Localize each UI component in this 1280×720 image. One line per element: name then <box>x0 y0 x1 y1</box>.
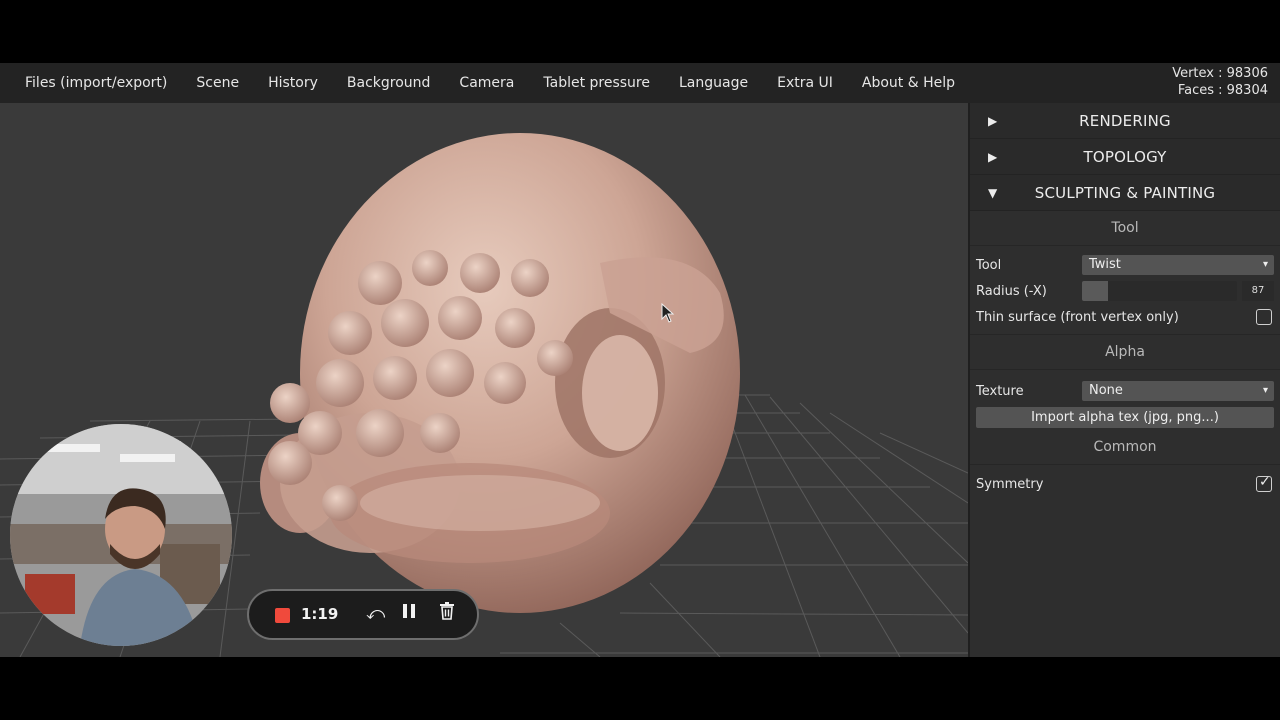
radius-slider[interactable] <box>1082 281 1237 301</box>
thin-surface-checkbox[interactable] <box>1256 309 1272 325</box>
webcam-image <box>10 424 232 646</box>
thin-surface-row: Thin surface (front vertex only) <box>970 304 1280 330</box>
radius-slider-fill <box>1082 281 1109 301</box>
menu-bar: Files (import/export) Scene History Back… <box>0 63 1280 103</box>
folder-rendering[interactable]: ▶ RENDERING <box>970 103 1280 139</box>
radius-label: Radius (-X) <box>976 283 1047 299</box>
menu-files[interactable]: Files (import/export) <box>0 63 182 103</box>
expanded-arrow-icon: ▼ <box>988 185 998 200</box>
menu-extra-ui[interactable]: Extra UI <box>763 63 848 103</box>
collapsed-arrow-icon: ▶ <box>988 113 998 128</box>
section-common: Common <box>970 430 1280 465</box>
sculpted-head-mesh <box>260 133 740 613</box>
menu-scene[interactable]: Scene <box>182 63 254 103</box>
texture-select[interactable]: None ▾ <box>1082 381 1274 401</box>
checkmark-icon: ✓ <box>1259 474 1271 490</box>
chevron-down-icon: ▾ <box>1262 385 1268 396</box>
menu-history[interactable]: History <box>254 63 333 103</box>
folder-title: SCULPTING & PAINTING <box>1034 183 1216 202</box>
tool-label: Tool <box>976 257 1002 273</box>
menu-background[interactable]: Background <box>332 63 445 103</box>
vertex-count: Vertex : 98306 <box>1172 66 1268 81</box>
tool-select[interactable]: Twist ▾ <box>1082 255 1274 275</box>
texture-select-value: None <box>1089 383 1123 398</box>
folder-title: RENDERING <box>1079 111 1171 130</box>
radius-value[interactable]: 87 <box>1242 281 1274 301</box>
thin-surface-label: Thin surface (front vertex only) <box>976 309 1179 325</box>
folder-title: TOPOLOGY <box>1083 147 1167 166</box>
symmetry-label: Symmetry <box>976 476 1044 492</box>
texture-row: Texture None ▾ <box>970 378 1280 404</box>
folder-sculpting-painting[interactable]: ▼ SCULPTING & PAINTING <box>970 175 1280 211</box>
tool-select-value: Twist <box>1089 257 1121 272</box>
menu-tablet-pressure[interactable]: Tablet pressure <box>529 63 665 103</box>
section-alpha: Alpha <box>970 334 1280 370</box>
folder-topology[interactable]: ▶ TOPOLOGY <box>970 139 1280 175</box>
webcam-overlay <box>10 424 232 646</box>
symmetry-row: Symmetry ✓ <box>970 471 1280 497</box>
texture-label: Texture <box>976 383 1024 399</box>
tool-row: Tool Twist ▾ <box>970 252 1280 278</box>
symmetry-checkbox[interactable]: ✓ <box>1256 474 1272 492</box>
recording-timer: 1:19 <box>301 605 339 623</box>
mesh-stats: Vertex : 98306 Faces : 98304 <box>1172 65 1268 99</box>
undo-icon[interactable]: ⤺ <box>366 602 385 626</box>
menu-about-help[interactable]: About & Help <box>847 63 969 103</box>
import-alpha-row: Import alpha tex (jpg, png...) <box>970 404 1280 430</box>
gui-side-panel: ▶ RENDERING ▶ TOPOLOGY ▼ SCULPTING & PAI… <box>968 103 1280 657</box>
face-count: Faces : 98304 <box>1177 83 1268 98</box>
collapsed-arrow-icon: ▶ <box>988 149 998 164</box>
stop-recording-button[interactable] <box>275 608 290 623</box>
import-alpha-button[interactable]: Import alpha tex (jpg, png...) <box>976 406 1274 428</box>
pause-icon[interactable] <box>402 602 416 626</box>
trash-icon[interactable] <box>439 602 455 627</box>
section-tool: Tool <box>970 211 1280 246</box>
menu-language[interactable]: Language <box>665 63 763 103</box>
chevron-down-icon: ▾ <box>1262 259 1268 270</box>
screen-recorder-bar: 1:19 ⤺ <box>247 589 479 640</box>
menu-camera[interactable]: Camera <box>445 63 529 103</box>
radius-row: Radius (-X) 87 <box>970 278 1280 304</box>
